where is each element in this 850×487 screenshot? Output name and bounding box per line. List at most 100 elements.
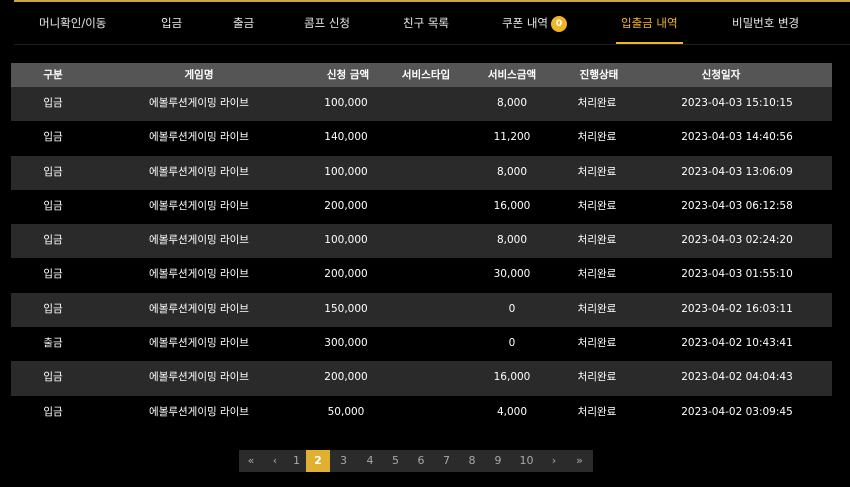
page-6-button[interactable]: 6 <box>408 450 434 472</box>
tab-money-check[interactable]: 머니확인/이동 <box>39 2 106 44</box>
cell-request-amount: 200,000 <box>324 371 368 384</box>
table-row: 출금 에볼루션게이밍 라이브 300,000 0 처리완료 2023-04-02 10:4… <box>11 327 832 362</box>
cell-game-name: 에볼루션게이밍 라이브 <box>149 165 249 178</box>
table-body: 입금 에볼루션게이밍 라이브 100,000 8,000 처리완료 2023-04-03 … <box>11 87 832 430</box>
cell-game-name: 에볼루션게이밍 라이브 <box>149 337 249 350</box>
cell-service-amount: 8,000 <box>496 234 528 247</box>
page-4-button[interactable]: 4 <box>357 450 383 472</box>
cell-request-amount: 200,000 <box>324 268 368 281</box>
header-service-amount: 서비스금액 <box>487 69 537 81</box>
cell-request-date: 2023-04-03 01:55:10 <box>681 268 793 281</box>
cell-service-amount: 8,000 <box>496 97 528 109</box>
cell-status: 처리완료 <box>577 268 617 281</box>
cell-service-amount: 16,000 <box>493 199 531 212</box>
page-8-button[interactable]: 8 <box>459 450 485 472</box>
cell-game-name: 에볼루션게이밍 라이브 <box>149 405 249 418</box>
table-row: 입금 에볼루션게이밍 라이브 150,000 0 처리완료 2023-04-02 16:0… <box>11 292 832 328</box>
cell-status: 처리완료 <box>577 337 617 350</box>
cell-request-amount: 200,000 <box>324 199 368 212</box>
cell-service-amount: 0 <box>508 337 516 350</box>
cell-type: 입금 <box>43 268 63 281</box>
cell-request-date: 2023-04-03 14:40:56 <box>681 131 793 144</box>
cell-game-name: 에볼루션게이밍 라이브 <box>149 234 249 247</box>
cell-status: 처리완료 <box>577 405 617 418</box>
cell-status: 처리완료 <box>577 131 617 144</box>
tab-deposit[interactable]: 입금 <box>161 2 182 44</box>
tab-change-password[interactable]: 비밀번호 변경 <box>732 2 799 44</box>
transaction-table: 구분 게임명 신청 금액 서비스타입 서비스금액 진행상태 신청일자 입금에볼루… <box>11 63 832 430</box>
cell-status: 처리완료 <box>577 97 617 109</box>
cell-request-amount: 100,000 <box>324 97 368 109</box>
tab-friend-list[interactable]: 친구 목록 <box>403 2 449 44</box>
page-2-button-current[interactable]: 2 <box>306 450 330 472</box>
page-1-button[interactable]: 1 <box>287 450 306 472</box>
page-5-button[interactable]: 5 <box>383 450 408 472</box>
cell-type: 입금 <box>43 97 63 109</box>
cell-request-amount: 150,000 <box>324 302 368 315</box>
cell-game-name: 에볼루션게이밍 라이브 <box>149 131 249 144</box>
tabs-divider <box>14 44 850 45</box>
cell-type: 입금 <box>43 234 63 247</box>
tab-withdraw[interactable]: 출금 <box>233 2 254 44</box>
cell-type: 입금 <box>43 199 63 212</box>
cell-request-amount: 100,000 <box>324 234 368 247</box>
cell-status: 처리완료 <box>577 302 617 315</box>
cell-type: 입금 <box>43 131 63 144</box>
cell-service-amount: 16,000 <box>493 371 531 384</box>
table-row: 입금 에볼루션게이밍 라이브 100,000 8,000 처리완료 2023-04-03 … <box>11 155 832 190</box>
cell-game-name: 에볼루션게이밍 라이브 <box>149 97 249 109</box>
header-request-date: 신청일자 <box>701 69 741 81</box>
page-9-button[interactable]: 9 <box>485 450 511 472</box>
table-header: 구분 게임명 신청 금액 서비스타입 서비스금액 진행상태 신청일자 <box>11 63 832 87</box>
header-status: 진행상태 <box>579 69 619 81</box>
pagination: « ‹ 1 2 3 4 5 6 7 8 9 10 › » <box>239 450 593 472</box>
tab-comp-request[interactable]: 콤프 신청 <box>304 2 350 44</box>
cell-request-amount: 100,000 <box>324 165 368 178</box>
page-3-button[interactable]: 3 <box>330 450 357 472</box>
cell-type: 입금 <box>43 165 63 178</box>
pagination-first-button[interactable]: « <box>239 450 263 472</box>
cell-status: 처리완료 <box>577 199 617 212</box>
table-row: 입금 에볼루션게이밍 라이브 50,000 4,000 처리완료 2023-04-02 0… <box>11 395 832 430</box>
cell-status: 처리완료 <box>577 234 617 247</box>
cell-request-amount: 50,000 <box>327 405 365 418</box>
cell-type: 입금 <box>43 302 63 315</box>
table-row: 입금 에볼루션게이밍 라이브 100,000 8,000 처리완료 2023-04-03 … <box>11 224 832 259</box>
cell-type: 출금 <box>43 337 63 350</box>
page-7-button[interactable]: 7 <box>434 450 459 472</box>
cell-request-date: 2023-04-02 03:09:45 <box>681 405 793 418</box>
page-10-button[interactable]: 10 <box>511 450 542 472</box>
cell-status: 처리완료 <box>577 371 617 384</box>
cell-status: 처리완료 <box>577 165 617 178</box>
tab-transaction-history[interactable]: 입출금 내역 <box>616 2 683 44</box>
header-service-type: 서비스타입 <box>401 69 451 81</box>
header-type: 구분 <box>43 69 63 81</box>
pagination-next-button[interactable]: › <box>542 450 566 472</box>
header-game-name: 게임명 <box>184 69 214 81</box>
cell-service-amount: 8,000 <box>496 165 528 178</box>
table-row: 입금 에볼루션게이밍 라이브 200,000 30,000 처리완료 2023-04-03… <box>11 258 832 293</box>
cell-game-name: 에볼루션게이밍 라이브 <box>149 199 249 212</box>
table-row: 입금 에볼루션게이밍 라이브 200,000 16,000 처리완료 2023-04-03… <box>11 189 832 225</box>
tab-coupon-history[interactable]: 쿠폰 내역 0 <box>502 2 567 44</box>
header-request-amount: 신청 금액 <box>326 69 370 81</box>
cell-request-date: 2023-04-03 13:06:09 <box>681 165 793 178</box>
cell-game-name: 에볼루션게이밍 라이브 <box>149 302 249 315</box>
account-tabs: 머니확인/이동 입금 출금 콤프 신청 친구 목록 쿠폰 내역 0 입출금 내역 … <box>0 2 850 44</box>
cell-request-date: 2023-04-03 06:12:58 <box>681 199 793 212</box>
cell-type: 입금 <box>43 371 63 384</box>
cell-service-amount: 0 <box>508 302 516 315</box>
tab-coupon-label: 쿠폰 내역 <box>502 16 548 30</box>
cell-game-name: 에볼루션게이밍 라이브 <box>149 268 249 281</box>
pagination-prev-button[interactable]: ‹ <box>263 450 287 472</box>
pagination-last-button[interactable]: » <box>566 450 593 472</box>
coupon-count-badge: 0 <box>550 16 567 32</box>
cell-request-date: 2023-04-02 04:04:43 <box>681 371 793 384</box>
cell-request-date: 2023-04-02 10:43:41 <box>681 337 793 350</box>
cell-request-amount: 300,000 <box>324 337 368 350</box>
cell-request-date: 2023-04-03 15:10:15 <box>681 97 793 109</box>
table-row: 입금 에볼루션게이밍 라이브 100,000 8,000 처리완료 2023-04-03 … <box>11 87 832 122</box>
cell-type: 입금 <box>43 405 63 418</box>
cell-request-date: 2023-04-02 16:03:11 <box>681 302 793 315</box>
cell-service-amount: 30,000 <box>493 268 531 281</box>
